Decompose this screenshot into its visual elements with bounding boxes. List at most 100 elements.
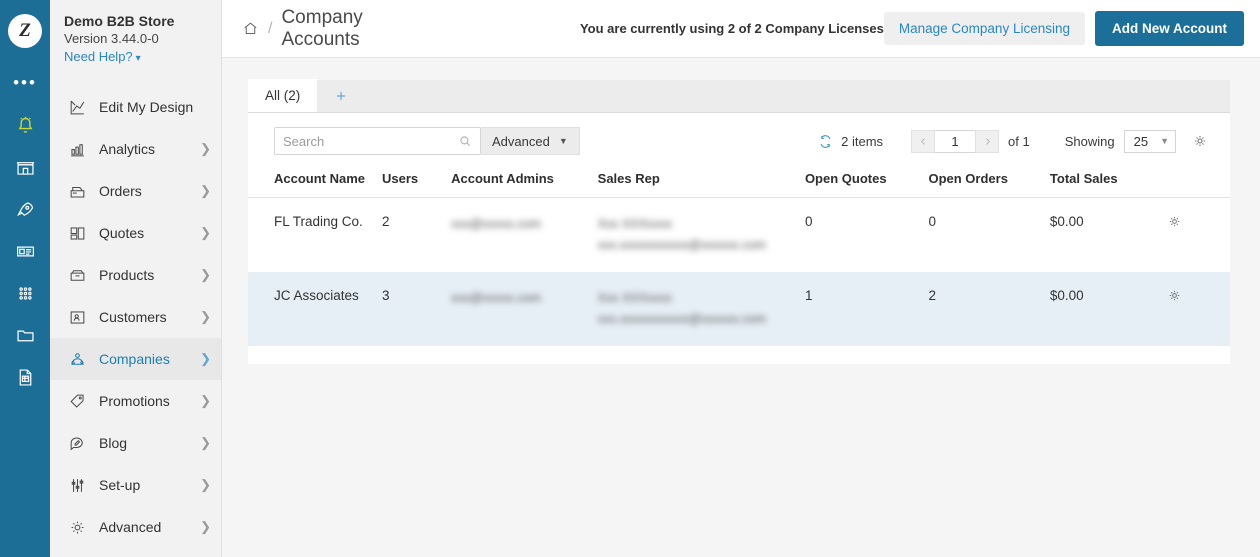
- promotions-icon: [64, 390, 90, 412]
- chevron-down-icon: ▼: [1160, 136, 1169, 146]
- sidebar-item-advanced[interactable]: Advanced ❯: [50, 506, 221, 548]
- icon-rail: Z •••: [0, 0, 50, 557]
- cell-users: 3: [382, 272, 452, 346]
- sidebar-item-edit-my-design[interactable]: Edit My Design: [50, 86, 221, 128]
- sidebar-item-orders[interactable]: Orders ❯: [50, 170, 221, 212]
- cell-open-quotes: 0: [804, 214, 813, 229]
- sidebar-item-quotes[interactable]: Quotes ❯: [50, 212, 221, 254]
- column-total-sales[interactable]: Total Sales: [1049, 165, 1168, 198]
- manage-company-licensing-button[interactable]: Manage Company Licensing: [883, 12, 1085, 45]
- search-input[interactable]: [283, 133, 458, 149]
- row-settings-gear-icon[interactable]: [1167, 288, 1182, 303]
- search-box[interactable]: [274, 127, 481, 155]
- chevron-right-icon: ❯: [200, 519, 211, 534]
- design-icon: [64, 96, 90, 118]
- refresh-icon[interactable]: [818, 134, 833, 149]
- sidebar-item-label: Analytics: [99, 141, 156, 157]
- sidebar-item-companies[interactable]: Companies ❯: [50, 338, 221, 380]
- sidebar-item-analytics[interactable]: Analytics ❯: [50, 128, 221, 170]
- advanced-search-dropdown[interactable]: Advanced ▼: [481, 127, 580, 155]
- bell-icon[interactable]: [4, 104, 46, 146]
- page-size-select[interactable]: 25 ▼: [1123, 129, 1176, 153]
- add-new-account-button[interactable]: Add New Account: [1094, 11, 1244, 46]
- orders-icon: [64, 180, 90, 202]
- sidebar-item-promotions[interactable]: Promotions ❯: [50, 380, 221, 422]
- app-logo[interactable]: Z: [8, 14, 42, 48]
- sidebar-item-label: Advanced: [99, 519, 162, 535]
- redacted-rep-name: Xxx XXXxxxx: [597, 217, 672, 231]
- cell-actions: [1167, 272, 1230, 346]
- cell-users: 2: [382, 214, 390, 229]
- sidebar-item-label: Companies: [99, 351, 170, 367]
- cell-total-sales: $0.00: [1049, 214, 1084, 229]
- grid-settings-gear-icon[interactable]: [1192, 133, 1208, 149]
- main-area: / Company Accounts You are currently usi…: [222, 0, 1260, 557]
- storefront-icon[interactable]: [4, 146, 46, 188]
- tab-strip: All (2): [248, 79, 1230, 113]
- prev-page-button[interactable]: [911, 129, 936, 153]
- companies-icon: [64, 348, 90, 370]
- column-account-admins[interactable]: Account Admins: [451, 165, 598, 198]
- sidebar-item-blog[interactable]: Blog ❯: [50, 422, 221, 464]
- column-account-name[interactable]: Account Name: [248, 165, 382, 198]
- column-sales-rep[interactable]: Sales Rep: [597, 165, 805, 198]
- sidebar-item-label: Products: [99, 267, 155, 283]
- items-count: 2 items: [841, 133, 884, 149]
- table-header: Account Name Users Account Admins Sales …: [248, 165, 1230, 198]
- chevron-right-icon: ❯: [200, 351, 211, 366]
- table-body: FL Trading Co. 2 xxx@xxxxx.com Xxx XXXxx…: [248, 198, 1230, 346]
- apps-grid-icon[interactable]: [4, 272, 46, 314]
- cell-account-admins: xxx@xxxxx.com: [451, 272, 598, 346]
- store-name: Demo B2B Store: [64, 13, 175, 29]
- content-area: All (2) Search Advanced ▼ 2 items 1 of 1…: [222, 58, 1260, 557]
- sidebar-item-label: Set-up: [99, 477, 141, 493]
- chevron-right-icon: ❯: [200, 477, 211, 492]
- need-help-label: Need Help?: [64, 49, 133, 64]
- sidebar-item-label: Blog: [99, 435, 128, 451]
- cell-sales-rep: Xxx XXXxxxx xxx.xxxxxxxxxxx@xxxxxx.com: [597, 272, 805, 346]
- sidebar-item-label: Quotes: [99, 225, 145, 241]
- home-icon[interactable]: [242, 20, 259, 37]
- document-icon[interactable]: [4, 356, 46, 398]
- advanced-label: Advanced: [492, 133, 550, 149]
- chevron-right-icon: ❯: [200, 309, 211, 324]
- pagination-controls: 2 items of 1 Showing 25: [818, 129, 1208, 153]
- customers-icon: [64, 306, 90, 328]
- redacted-rep-email: xxx.xxxxxxxxxxx@xxxxxx.com: [597, 312, 766, 326]
- more-dots-icon[interactable]: •••: [4, 62, 46, 104]
- column-open-orders[interactable]: Open Orders: [928, 165, 1050, 198]
- header-actions: Manage Company Licensing Add New Account: [883, 11, 1244, 46]
- redacted-rep-name: Xxx XXXxxxx: [597, 291, 672, 305]
- page-number-input[interactable]: [935, 129, 976, 153]
- accounts-panel: All (2) Search Advanced ▼ 2 items 1 of 1…: [248, 79, 1230, 364]
- showing-label: Showing: [1064, 133, 1115, 149]
- sidebar-item-set-up[interactable]: Set-up ❯: [50, 464, 221, 506]
- add-tab-button[interactable]: [317, 79, 365, 112]
- rocket-icon[interactable]: [4, 188, 46, 230]
- setup-icon: [64, 474, 90, 496]
- chevron-right-icon: ❯: [200, 141, 211, 156]
- need-help-link[interactable]: Need Help? ▾: [64, 48, 207, 68]
- sidebar-item-customers[interactable]: Customers ❯: [50, 296, 221, 338]
- top-header: / Company Accounts You are currently usi…: [222, 0, 1260, 58]
- list-toolbar: Advanced ▼ 2 items: [248, 113, 1230, 165]
- page-size-value: 25: [1133, 133, 1149, 149]
- sidebar-item-products[interactable]: Products ❯: [50, 254, 221, 296]
- cell-total-sales: $0.00: [1049, 272, 1168, 346]
- table-row[interactable]: FL Trading Co. 2 xxx@xxxxx.com Xxx XXXxx…: [248, 198, 1230, 273]
- table-row[interactable]: JC Associates 3 xxx@xxxxx.com Xxx XXXxxx…: [248, 272, 1230, 346]
- breadcrumb: / Company Accounts: [242, 7, 432, 51]
- column-actions: [1167, 165, 1230, 198]
- chevron-right-icon: ❯: [200, 183, 211, 198]
- sidebar-items: Edit My Design Analytics ❯ Orders ❯ Quot…: [50, 86, 221, 548]
- column-open-quotes[interactable]: Open Quotes: [804, 165, 929, 198]
- tab-all[interactable]: All (2): [248, 79, 318, 112]
- row-settings-gear-icon[interactable]: [1167, 214, 1182, 229]
- chevron-right-icon: ❯: [200, 435, 211, 450]
- column-users[interactable]: Users: [382, 165, 452, 198]
- article-icon[interactable]: [4, 230, 46, 272]
- chevron-down-icon: ▾: [135, 53, 141, 64]
- folder-icon[interactable]: [4, 314, 46, 356]
- next-page-button[interactable]: [975, 129, 1000, 153]
- cell-open-quotes: 1: [804, 272, 929, 346]
